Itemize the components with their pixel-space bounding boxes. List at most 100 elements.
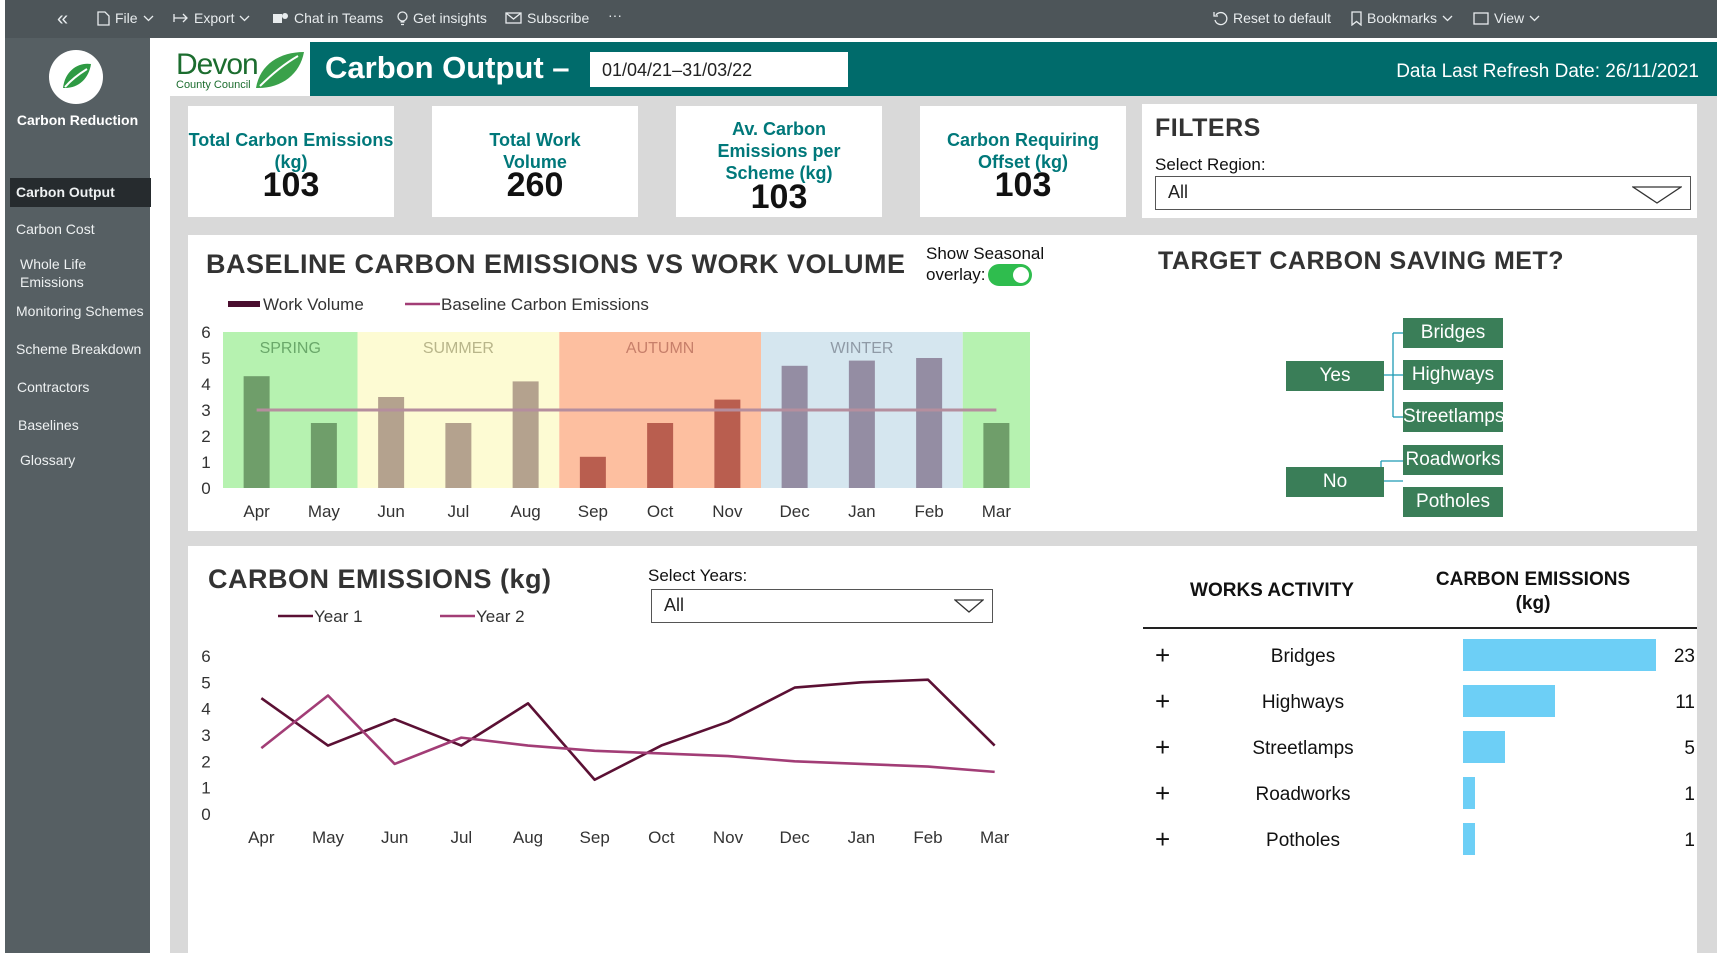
- teams-icon: [273, 13, 288, 23]
- legend-label-baseline: Baseline Carbon Emissions: [441, 295, 649, 314]
- season-label: WINTER: [830, 340, 893, 357]
- sidebar-item-whole-life-emissions[interactable]: Whole Life Emissions: [10, 255, 100, 291]
- tree-node-highways[interactable]: Highways: [1403, 360, 1503, 390]
- expand-row-icon[interactable]: +: [1155, 732, 1170, 763]
- subscribe-button[interactable]: Subscribe: [505, 10, 589, 26]
- more-options-button[interactable]: ···: [608, 7, 622, 23]
- work-volume-bar: [916, 358, 943, 488]
- report-canvas: Total Carbon Emissions (kg) 103 Total Wo…: [170, 96, 1717, 953]
- get-insights-button[interactable]: Get insights: [397, 10, 487, 26]
- works-activity-name: Potholes: [1266, 830, 1340, 851]
- x-tick-label: Jun: [377, 502, 404, 521]
- table-row: + Streetlamps 5: [1143, 726, 1697, 772]
- filters-panel: FILTERS Select Region: All: [1142, 104, 1697, 218]
- y-tick-label: 4: [201, 375, 210, 394]
- works-activity-name: Streetlamps: [1252, 738, 1354, 759]
- sidebar-item-carbon-cost[interactable]: Carbon Cost: [10, 220, 150, 238]
- y-tick-label: 0: [201, 805, 210, 824]
- sidebar: Carbon Reduction Carbon Output Carbon Co…: [5, 38, 151, 953]
- y-tick-label: 2: [201, 427, 210, 446]
- sidebar-item-contractors[interactable]: Contractors: [10, 378, 150, 396]
- emissions-value: 1: [1684, 784, 1695, 805]
- tree-node-no[interactable]: No: [1286, 467, 1384, 497]
- emissions-bar: [1463, 823, 1475, 855]
- x-tick-label: Dec: [780, 828, 811, 847]
- series-line-year-2: [260, 694, 995, 774]
- chevron-down-icon: [1529, 15, 1540, 21]
- bookmarks-menu[interactable]: Bookmarks: [1351, 10, 1453, 26]
- tree-node-bridges[interactable]: Bridges: [1403, 318, 1503, 348]
- reset-to-default-button[interactable]: Reset to default: [1213, 10, 1331, 26]
- emissions-bar: [1463, 639, 1656, 671]
- sidebar-item-baselines[interactable]: Baselines: [10, 416, 150, 434]
- y-tick-label: 3: [201, 401, 210, 420]
- tree-node-streetlamps[interactable]: Streetlamps: [1403, 402, 1504, 432]
- x-tick-label: Mar: [980, 828, 1010, 847]
- emissions-value: 11: [1675, 692, 1695, 713]
- region-select[interactable]: All: [1155, 176, 1691, 210]
- expand-row-icon[interactable]: +: [1155, 640, 1170, 671]
- export-menu[interactable]: Export: [173, 10, 250, 26]
- tree-node-roadworks[interactable]: Roadworks: [1403, 445, 1503, 475]
- reset-icon: [1213, 11, 1228, 25]
- column-header-carbon-emissions: CARBON EMISSIONS (kg): [1435, 569, 1631, 614]
- works-table-card: WORKS ACTIVITY CARBON EMISSIONS (kg) + Br…: [1143, 546, 1697, 953]
- file-menu[interactable]: File: [97, 10, 154, 26]
- sidebar-item-scheme-breakdown[interactable]: Scheme Breakdown: [10, 340, 150, 358]
- legend-label-work-volume: Work Volume: [263, 295, 364, 314]
- target-carbon-card: TARGET CARBON SAVING MET? Yes Bridges Hi…: [1143, 235, 1697, 531]
- y-tick-label: 6: [201, 323, 210, 342]
- x-tick-label: May: [308, 502, 341, 521]
- kpi-value: 260: [506, 166, 564, 204]
- chat-in-teams-button[interactable]: Chat in Teams: [272, 10, 383, 26]
- bookmark-icon: [1351, 10, 1362, 26]
- work-volume-bar: [243, 376, 270, 488]
- x-tick-label: Oct: [647, 502, 674, 521]
- sidebar-item-glossary[interactable]: Glossary: [10, 451, 150, 469]
- chevron-down-icon: [143, 15, 154, 21]
- x-tick-label: Apr: [243, 502, 270, 521]
- sidebar-item-monitoring-schemes[interactable]: Monitoring Schemes: [10, 302, 150, 320]
- x-tick-label: Sep: [578, 502, 608, 521]
- x-tick-label: Nov: [713, 828, 744, 847]
- x-tick-label: Jun: [381, 828, 408, 847]
- expand-row-icon[interactable]: +: [1155, 778, 1170, 809]
- leaf-logo-icon: [49, 50, 103, 104]
- baseline-chart-panel: BASELINE CARBON EMISSIONS VS WORK VOLUME…: [188, 235, 1125, 531]
- date-range-field[interactable]: 01/04/21–31/03/22: [590, 52, 848, 87]
- work-volume-bar: [445, 423, 472, 488]
- table-row: + Potholes 1: [1143, 818, 1697, 864]
- expand-row-icon[interactable]: +: [1155, 686, 1170, 717]
- table-row: + Bridges 23: [1143, 634, 1697, 680]
- collapse-icon[interactable]: «: [57, 8, 68, 31]
- export-icon: [173, 13, 188, 23]
- emissions-chart: 0 1 2 3 4 5 6 Apr May Jun Jul Aug Sep Oct Nov Dec Jan Feb…: [201, 607, 1010, 847]
- column-header-works-activity: WORKS ACTIVITY: [1190, 580, 1354, 601]
- view-menu[interactable]: View: [1473, 10, 1540, 26]
- table-row: + Highways 11: [1143, 680, 1697, 726]
- work-volume-bar: [647, 423, 674, 488]
- y-tick-label: 6: [201, 647, 210, 666]
- x-tick-label: Sep: [580, 828, 610, 847]
- tree-node-yes[interactable]: Yes: [1286, 361, 1384, 391]
- x-tick-label: Apr: [248, 828, 275, 847]
- x-tick-label: May: [312, 828, 345, 847]
- sidebar-item-carbon-output[interactable]: Carbon Output: [10, 178, 151, 207]
- chevron-down-icon: [240, 15, 250, 21]
- emissions-bar: [1463, 685, 1556, 717]
- work-volume-bar: [512, 381, 539, 488]
- expand-row-icon[interactable]: +: [1155, 824, 1170, 855]
- y-tick-label: 2: [201, 752, 210, 771]
- data-refresh-date: Data Last Refresh Date: 26/11/2021: [1396, 61, 1699, 82]
- legend-swatch-work-volume: [228, 301, 260, 307]
- x-tick-label: Jan: [848, 828, 875, 847]
- work-volume-bar: [310, 423, 337, 488]
- lightbulb-icon: [397, 10, 408, 25]
- y-tick-label: 1: [201, 453, 210, 472]
- emissions-value: 5: [1684, 738, 1695, 759]
- work-volume-bar: [848, 360, 875, 488]
- season-label: AUTUMN: [626, 340, 694, 357]
- file-icon: [97, 10, 110, 26]
- x-tick-label: Aug: [513, 828, 543, 847]
- tree-node-potholes[interactable]: Potholes: [1403, 487, 1503, 517]
